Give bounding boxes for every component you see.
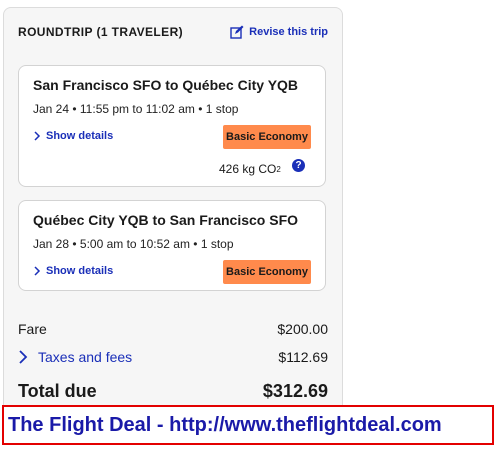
trip-summary-panel: ROUNDTRIP (1 TRAVELER) Revise this trip … bbox=[3, 7, 343, 429]
fare-class-badge: Basic Economy bbox=[223, 260, 311, 284]
taxes-toggle[interactable]: Taxes and fees bbox=[18, 349, 132, 365]
help-icon[interactable]: ? bbox=[292, 159, 305, 172]
chevron-right-icon bbox=[19, 350, 28, 364]
revise-trip-label: Revise this trip bbox=[249, 26, 328, 38]
chevron-right-icon bbox=[34, 266, 41, 276]
fare-row: Fare $200.00 bbox=[18, 321, 328, 337]
show-details-label: Show details bbox=[46, 130, 114, 142]
watermark-text: The Flight Deal - http://www.theflightde… bbox=[8, 413, 442, 436]
trip-header: ROUNDTRIP (1 TRAVELER) Revise this trip bbox=[18, 25, 328, 39]
show-details-label: Show details bbox=[46, 265, 114, 277]
show-details-link[interactable]: Show details bbox=[33, 265, 113, 277]
flight-times: Jan 28 • 5:00 am to 10:52 am • 1 stop bbox=[33, 237, 234, 251]
total-value: $312.69 bbox=[262, 381, 328, 401]
total-row: Total due $312.69 bbox=[18, 381, 328, 402]
fare-value: $200.00 bbox=[277, 321, 328, 337]
show-details-link[interactable]: Show details bbox=[33, 130, 113, 142]
trip-title: ROUNDTRIP (1 TRAVELER) bbox=[18, 25, 184, 39]
watermark-banner: The Flight Deal - http://www.theflightde… bbox=[2, 405, 494, 445]
co2-subscript: 2 bbox=[276, 164, 281, 174]
flight-route: San Francisco SFO to Québec City YQB bbox=[33, 77, 299, 93]
flight-card-outbound: San Francisco SFO to Québec City YQB Jan… bbox=[18, 65, 326, 187]
co2-value: 426 kg CO bbox=[219, 162, 277, 176]
taxes-label: Taxes and fees bbox=[38, 349, 133, 365]
fare-label: Fare bbox=[18, 321, 47, 337]
edit-icon bbox=[230, 25, 244, 39]
flight-route: Québec City YQB to San Francisco SFO bbox=[33, 212, 299, 228]
chevron-right-icon bbox=[34, 131, 41, 141]
taxes-row: Taxes and fees $112.69 bbox=[18, 349, 328, 365]
revise-trip-link[interactable]: Revise this trip bbox=[230, 25, 328, 39]
flight-card-return: Québec City YQB to San Francisco SFO Jan… bbox=[18, 200, 326, 291]
co2-emissions: 426 kg CO 2 bbox=[219, 162, 281, 176]
total-label: Total due bbox=[18, 381, 97, 401]
taxes-value: $112.69 bbox=[278, 349, 328, 365]
fare-class-badge: Basic Economy bbox=[223, 125, 311, 149]
flight-times: Jan 24 • 11:55 pm to 11:02 am • 1 stop bbox=[33, 102, 239, 116]
